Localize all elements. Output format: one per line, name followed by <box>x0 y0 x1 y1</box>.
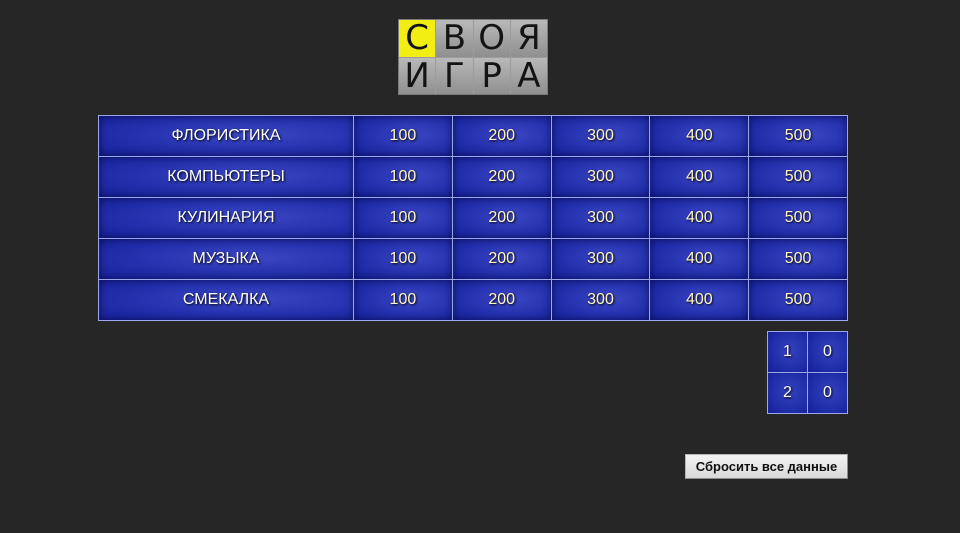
svoya-igra-logo: С В О Я И Г Р А <box>398 19 548 95</box>
question-cell-400[interactable]: 400 <box>649 156 750 198</box>
question-cell-300[interactable]: 300 <box>550 279 651 321</box>
question-cell-500[interactable]: 500 <box>748 279 848 321</box>
question-cell-200[interactable]: 200 <box>451 115 552 157</box>
board-row-muzyka: МУЗЫКА 100 200 300 400 500 <box>98 238 848 280</box>
logo-letter: О <box>473 20 510 57</box>
question-cell-300[interactable]: 300 <box>550 156 651 198</box>
category-label: ФЛОРИСТИКА <box>98 115 354 157</box>
question-cell-200[interactable]: 200 <box>451 197 552 239</box>
game-page: С В О Я И Г Р А ФЛОРИСТИКА 100 200 300 4… <box>0 0 960 533</box>
board-row-smekalka: СМЕКАЛКА 100 200 300 400 500 <box>98 279 848 321</box>
question-cell-400[interactable]: 400 <box>649 115 750 157</box>
player-number: 2 <box>767 372 808 414</box>
category-label: КУЛИНАРИЯ <box>98 197 354 239</box>
question-cell-100[interactable]: 100 <box>353 238 453 280</box>
question-cell-400[interactable]: 400 <box>649 238 750 280</box>
logo-letter: Я <box>510 20 547 57</box>
question-cell-300[interactable]: 300 <box>550 115 651 157</box>
reset-all-data-button[interactable]: Сбросить все данные <box>685 454 848 479</box>
question-cell-200[interactable]: 200 <box>451 156 552 198</box>
score-row-player-2: 2 0 <box>767 372 848 414</box>
question-cell-500[interactable]: 500 <box>748 115 848 157</box>
question-board: ФЛОРИСТИКА 100 200 300 400 500 КОМПЬЮТЕР… <box>98 115 848 321</box>
question-cell-500[interactable]: 500 <box>748 197 848 239</box>
score-row-player-1: 1 0 <box>767 331 848 373</box>
logo-letter: В <box>436 20 473 57</box>
question-cell-100[interactable]: 100 <box>353 156 453 198</box>
question-cell-200[interactable]: 200 <box>451 279 552 321</box>
board-row-kompyutery: КОМПЬЮТЕРЫ 100 200 300 400 500 <box>98 156 848 198</box>
board-row-floristika: ФЛОРИСТИКА 100 200 300 400 500 <box>98 115 848 157</box>
score-table: 1 0 2 0 <box>767 331 848 414</box>
logo-letter: С <box>399 20 436 57</box>
question-cell-100[interactable]: 100 <box>353 115 453 157</box>
question-cell-500[interactable]: 500 <box>748 156 848 198</box>
player-score: 0 <box>807 372 848 414</box>
question-cell-400[interactable]: 400 <box>649 197 750 239</box>
question-cell-300[interactable]: 300 <box>550 197 651 239</box>
question-cell-100[interactable]: 100 <box>353 279 453 321</box>
question-cell-100[interactable]: 100 <box>353 197 453 239</box>
question-cell-300[interactable]: 300 <box>550 238 651 280</box>
question-cell-200[interactable]: 200 <box>451 238 552 280</box>
question-cell-400[interactable]: 400 <box>649 279 750 321</box>
logo-letter: Г <box>436 57 473 94</box>
category-label: КОМПЬЮТЕРЫ <box>98 156 354 198</box>
player-score: 0 <box>807 331 848 373</box>
question-cell-500[interactable]: 500 <box>748 238 848 280</box>
logo-letter: И <box>399 57 436 94</box>
board-row-kulinariya: КУЛИНАРИЯ 100 200 300 400 500 <box>98 197 848 239</box>
category-label: МУЗЫКА <box>98 238 354 280</box>
logo-letter: Р <box>473 57 510 94</box>
category-label: СМЕКАЛКА <box>98 279 354 321</box>
player-number: 1 <box>767 331 808 373</box>
logo-letter: А <box>510 57 547 94</box>
